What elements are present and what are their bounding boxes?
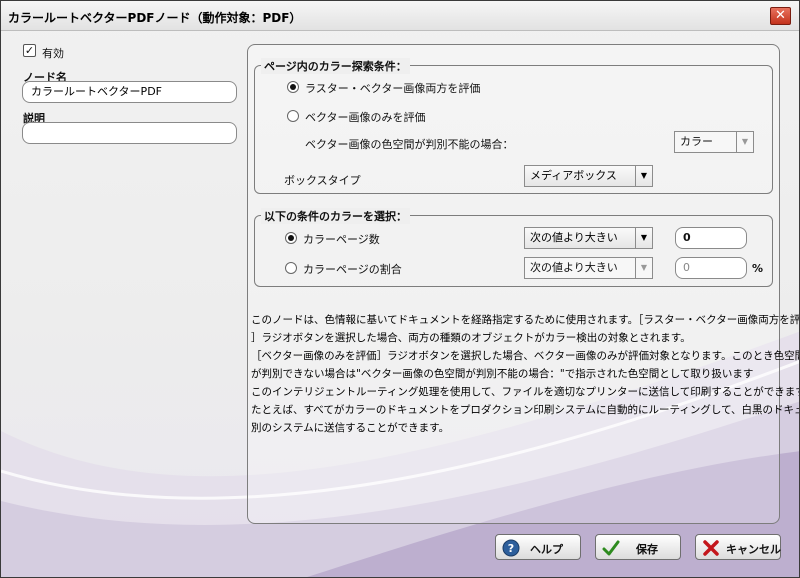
svg-text:?: ?	[508, 542, 514, 555]
color-select-legend: 以下の条件のカラーを選択：	[261, 208, 410, 224]
title-bar: カラールートベクターPDFノード（動作対象：PDF） ✕	[1, 1, 799, 31]
checkmark-icon	[602, 539, 620, 557]
help-button[interactable]: ? ヘルプ	[495, 534, 581, 560]
color-pages-operator-value: 次の値より大きい	[530, 231, 618, 244]
description-line: このインテリジェントルーティング処理を使用して、ファイルを適切なプリンターに送信…	[251, 386, 800, 398]
percent-unit-label: %	[752, 262, 764, 275]
help-icon: ?	[502, 539, 520, 557]
color-ratio-operator-select[interactable]: 次の値より大きい ▼	[524, 257, 653, 279]
color-ratio-label: カラーページの割合	[303, 263, 402, 276]
color-ratio-radio[interactable]	[285, 262, 297, 274]
close-button[interactable]: ✕	[770, 7, 791, 25]
cancel-button-label: キャンセル	[726, 543, 781, 556]
evaluate-both-label: ラスター・ベクター画像両方を評価	[305, 82, 481, 95]
cancel-x-icon	[702, 539, 720, 557]
color-pages-radio[interactable]	[285, 232, 297, 244]
undetermined-colorspace-label: ベクター画像の色空間が判別不能の場合：	[305, 138, 514, 151]
color-search-legend: ページ内のカラー探索条件：	[261, 58, 410, 74]
help-button-label: ヘルプ	[530, 543, 563, 556]
box-type-select[interactable]: メディアボックス ▼	[524, 165, 653, 187]
box-type-label: ボックスタイプ	[284, 174, 361, 187]
chevron-down-icon: ▼	[635, 258, 652, 278]
undetermined-colorspace-select[interactable]: カラー ▼	[674, 131, 754, 153]
save-button-label: 保存	[636, 543, 658, 556]
undetermined-colorspace-value: カラー	[680, 135, 713, 148]
evaluate-vector-radio[interactable]	[287, 110, 299, 122]
description-line: たとえば、すべてがカラーのドキュメントをプロダクション印刷システムに自動的にルー…	[251, 404, 800, 416]
color-ratio-operator-value: 次の値より大きい	[530, 261, 618, 274]
description-line: ］ラジオボタンを選択した場合、両方の種類のオブジェクトがカラー検出の対象とされま…	[251, 332, 691, 344]
node-description-text: このノードは、色情報に基いてドキュメントを経路指定するために使用されます。［ラス…	[251, 311, 800, 437]
color-pages-operator-select[interactable]: 次の値より大きい ▼	[524, 227, 653, 249]
cancel-button[interactable]: キャンセル	[695, 534, 781, 560]
window-title: カラールートベクターPDFノード（動作対象：PDF）	[8, 11, 302, 25]
evaluate-both-radio[interactable]	[287, 81, 299, 93]
dialog-window: カラールートベクターPDFノード（動作対象：PDF） ✕ ✓ 有効 ノード名 カ…	[0, 0, 800, 578]
save-button[interactable]: 保存	[595, 534, 681, 560]
close-icon: ✕	[775, 8, 786, 23]
color-ratio-value-input[interactable]: 0	[675, 257, 747, 279]
box-type-value: メディアボックス	[530, 169, 617, 182]
evaluate-vector-label: ベクター画像のみを評価	[305, 111, 426, 124]
node-name-input[interactable]: カラールートベクターPDF	[22, 81, 237, 103]
description-line: 別のシステムに送信することができます。	[251, 422, 450, 434]
chevron-down-icon: ▼	[736, 132, 753, 152]
description-line: このノードは、色情報に基いてドキュメントを経路指定するために使用されます。［ラス…	[251, 314, 800, 326]
description-line: が判別できない場合は"ベクター画像の色空間が判別不能の場合："で指示された色空間…	[251, 368, 754, 380]
color-pages-value-input[interactable]: 0	[675, 227, 747, 249]
color-pages-label: カラーページ数	[303, 233, 380, 246]
description-input[interactable]	[22, 122, 237, 144]
chevron-down-icon: ▼	[635, 228, 652, 248]
enabled-checkbox[interactable]: ✓	[23, 44, 36, 57]
enabled-label: 有効	[42, 47, 64, 60]
chevron-down-icon: ▼	[635, 166, 652, 186]
description-line: ［ベクター画像のみを評価］ラジオボタンを選択した場合、ベクター画像のみが評価対象…	[251, 350, 800, 362]
